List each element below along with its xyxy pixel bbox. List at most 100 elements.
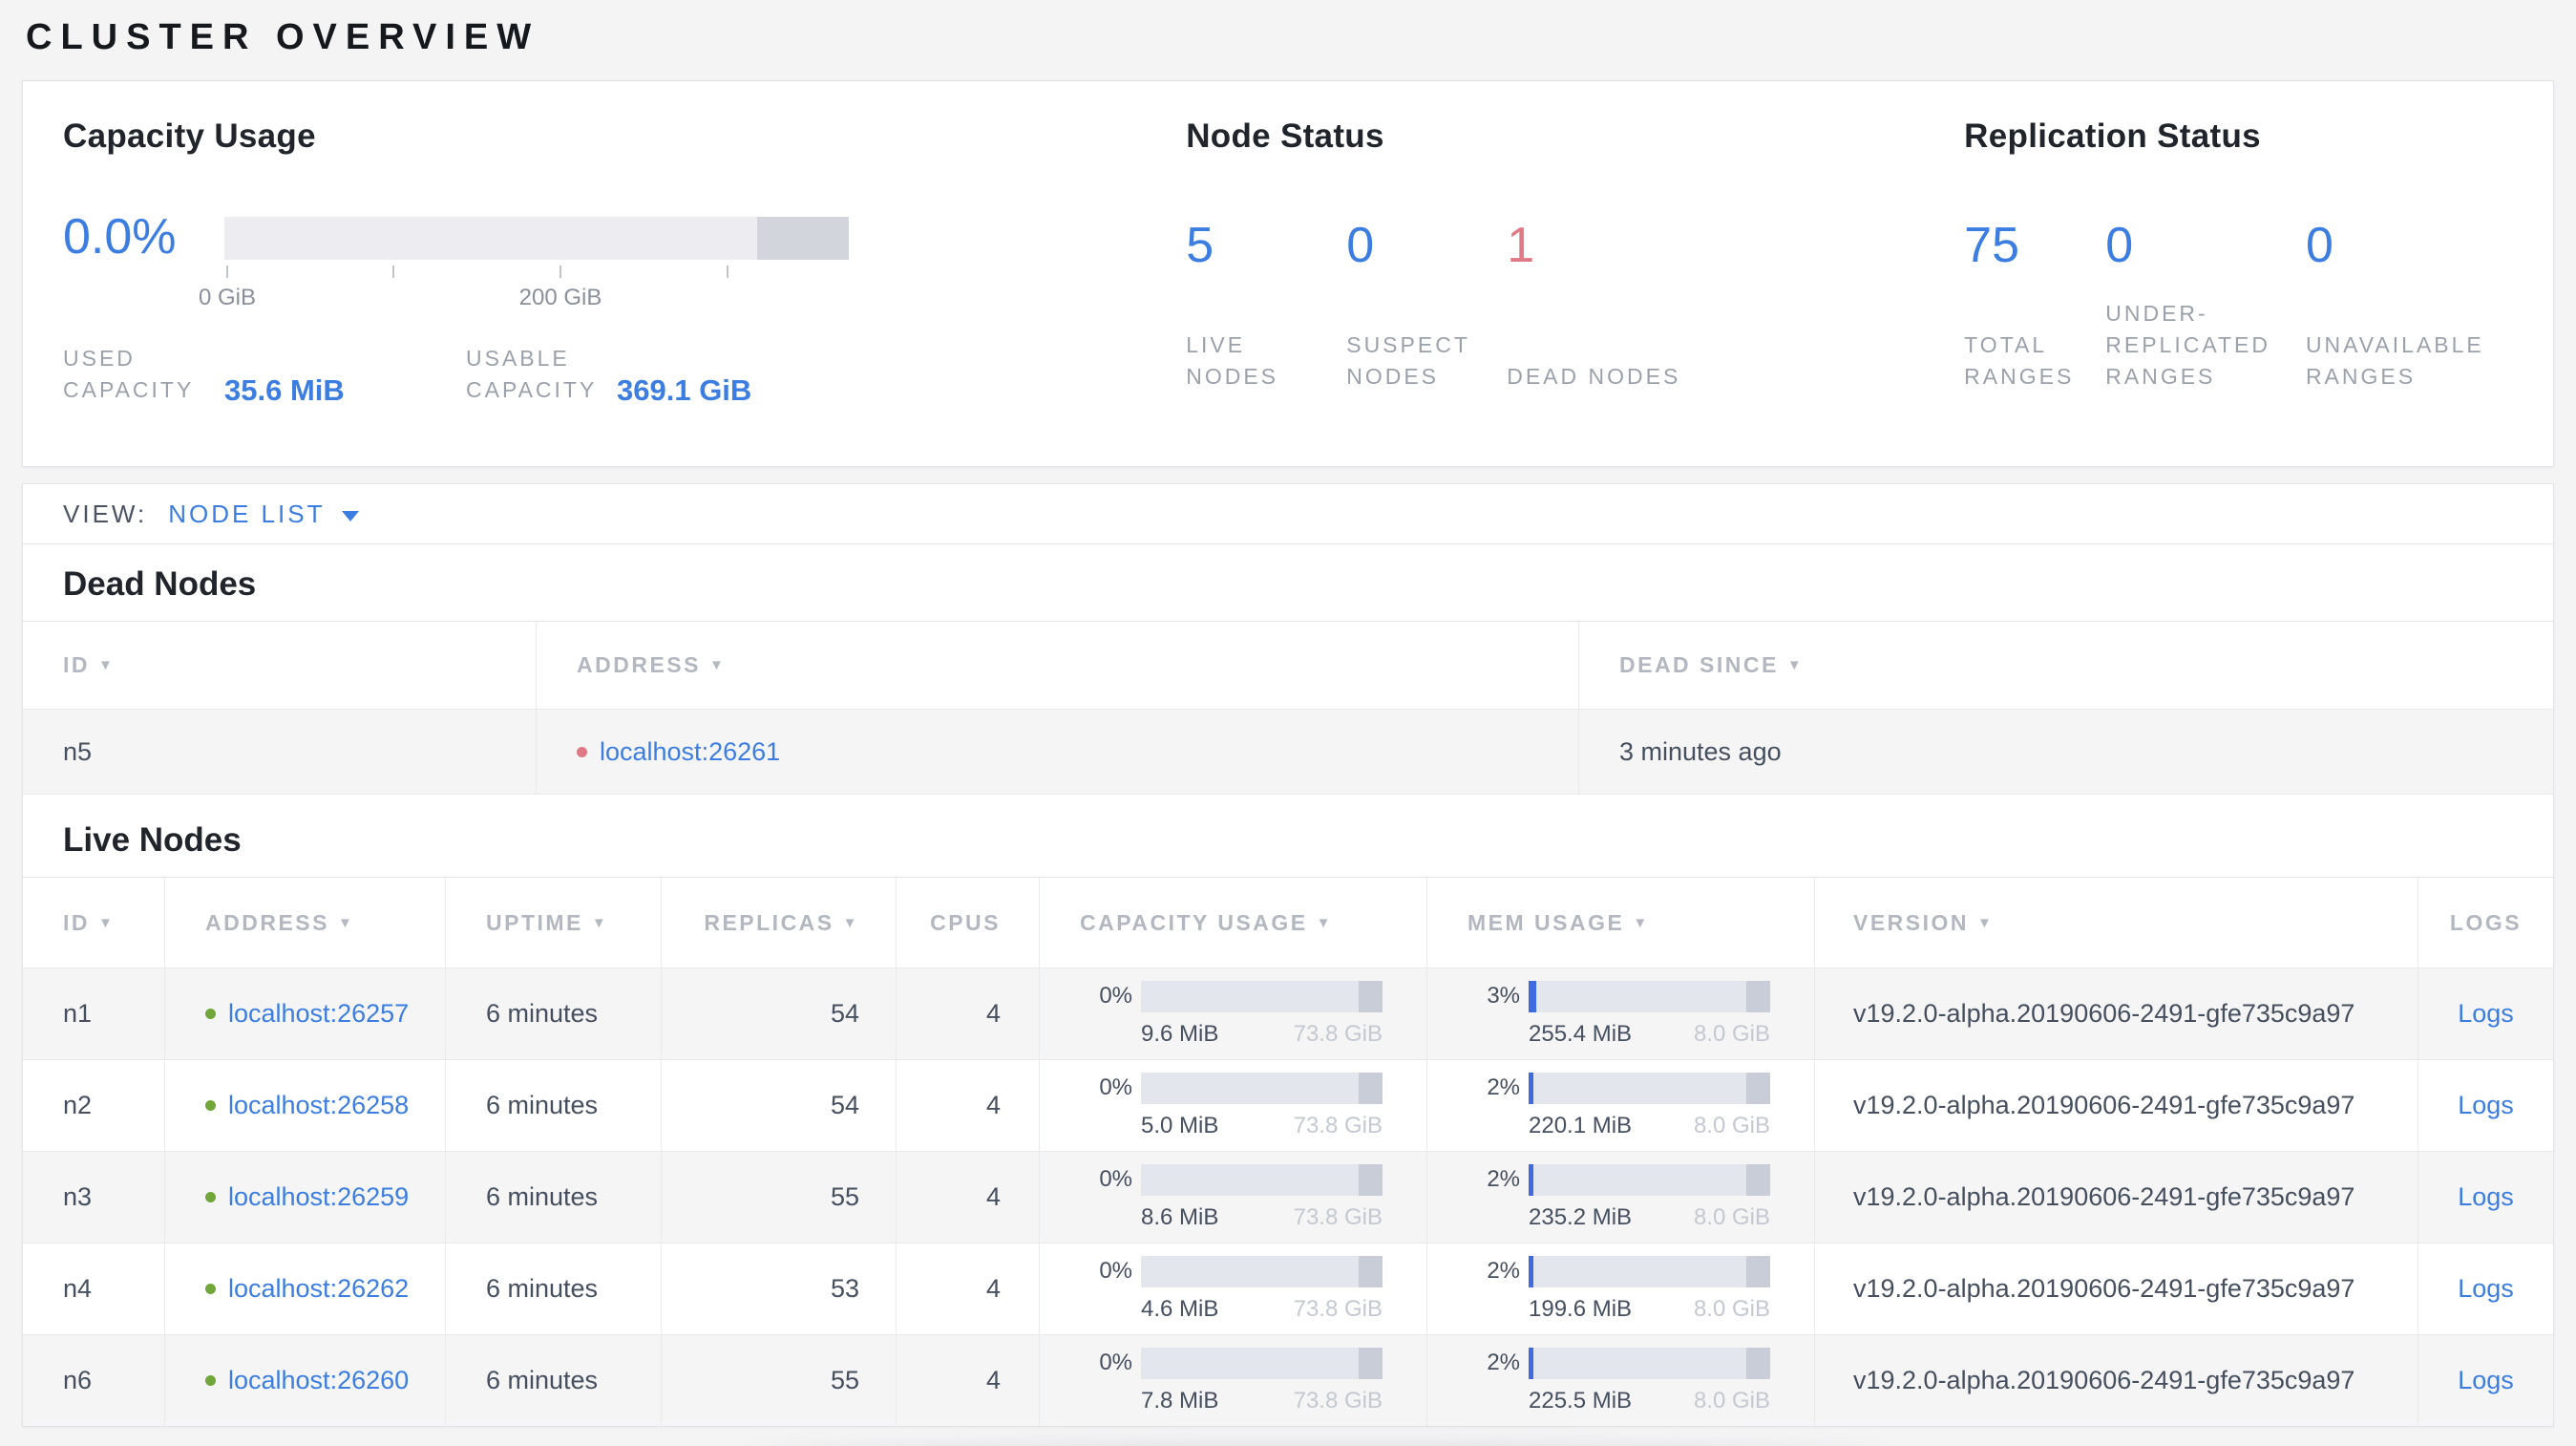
cell-cpus: 4	[897, 1335, 1040, 1426]
mem-usage-percent: 2%	[1487, 1350, 1520, 1375]
cell-node-id: n6	[23, 1335, 165, 1426]
dead-nodes-table-body: n5 localhost:26261 3 minutes ago	[23, 709, 2553, 795]
view-selector-dropdown[interactable]: VIEW: NODE LIST	[23, 484, 2553, 544]
logs-link[interactable]: Logs	[2458, 1366, 2514, 1395]
column-header-label: ADDRESS	[205, 909, 329, 935]
cell-capacity-usage: 0% 4.6 MiB 73.8 GiB	[1040, 1244, 1427, 1334]
stat-label: DEAD NODES	[1507, 364, 1681, 389]
cell-mem-usage: 3% 255.4 MiB 8.0 GiB	[1427, 968, 1815, 1059]
cell-uptime: 6 minutes	[446, 1060, 662, 1151]
mem-usage-bar-other-segment	[1746, 1347, 1770, 1379]
capacity-usage-percent: 0%	[1099, 983, 1132, 1009]
logs-link[interactable]: Logs	[2458, 1091, 2514, 1120]
stat-value: 0	[2105, 218, 2134, 273]
mem-usage-bar-other-segment	[1746, 1163, 1770, 1196]
mem-usage-used-value: 255.4 MiB	[1529, 1020, 1633, 1047]
capacity-usage-bar-track	[1141, 1255, 1383, 1287]
cell-replicas: 53	[662, 1244, 897, 1334]
mem-usage-chart: 2% 235.2 MiB 8.0 GiB	[1467, 1163, 1770, 1231]
stat-unavailable-ranges: 0 UNAVAILABLE RANGES	[2306, 219, 2553, 393]
stat-value: 5	[1186, 218, 1214, 273]
capacity-usage-total-value: 73.8 GiB	[1293, 1203, 1383, 1230]
capacity-usage-bar-other-segment	[1359, 1163, 1383, 1196]
table-row: n1 localhost:26257 6 minutes 54 4 0% 9.6 MiB 73…	[23, 968, 2553, 1059]
column-header-label: REPLICAS	[704, 909, 834, 935]
cell-address: localhost:26258	[165, 1060, 446, 1151]
axis-tick	[392, 266, 394, 278]
capacity-usage-used-value: 9.6 MiB	[1141, 1020, 1219, 1047]
axis-tick-label: 0 GiB	[198, 285, 257, 310]
cell-node-id: n1	[23, 968, 165, 1059]
cell-logs: Logs	[2418, 1335, 2553, 1426]
cell-cpus: 4	[897, 968, 1040, 1059]
logs-link[interactable]: Logs	[2458, 1274, 2514, 1304]
stat-label: SUSPECT NODES	[1346, 332, 1470, 389]
stat-value: 0	[2305, 218, 2333, 273]
table-row: n5 localhost:26261 3 minutes ago	[23, 709, 2553, 795]
column-header-id[interactable]: ID ▼	[23, 622, 537, 709]
used-capacity-label: USED CAPACITY	[63, 346, 195, 402]
table-row: n2 localhost:26258 6 minutes 54 4 0% 5.0 MiB 73…	[23, 1059, 2553, 1151]
view-label: VIEW:	[63, 499, 148, 528]
column-header-mem-usage[interactable]: MEM USAGE ▼	[1427, 878, 1815, 968]
mem-usage-bar-track	[1529, 1255, 1770, 1287]
cell-logs: Logs	[2418, 1060, 2553, 1151]
sort-caret-icon: ▼	[1316, 914, 1333, 931]
column-header-version[interactable]: VERSION ▼	[1815, 878, 2418, 968]
stat-live-nodes: 5 LIVE NODES	[1186, 219, 1346, 393]
column-header-address[interactable]: ADDRESS ▼	[165, 878, 446, 968]
replication-status-section: Replication Status 75 TOTAL RANGES 0 UNDER-…	[1924, 81, 2553, 466]
replication-status-title: Replication Status	[1964, 117, 2261, 155]
dead-nodes-heading: Dead Nodes	[63, 565, 257, 603]
capacity-usage-chart: 0% 9.6 MiB 73.8 GiB	[1080, 980, 1383, 1048]
mem-usage-bar-track	[1529, 980, 1770, 1012]
column-header-label: DEAD SINCE	[1619, 652, 1779, 677]
capacity-usage-chart: 0% 8.6 MiB 73.8 GiB	[1080, 1163, 1383, 1231]
capacity-usage-total-value: 73.8 GiB	[1293, 1387, 1383, 1414]
cell-address: localhost:26262	[165, 1244, 446, 1334]
sort-caret-icon: ▼	[708, 657, 727, 673]
mem-usage-percent: 3%	[1487, 983, 1520, 1009]
logs-link[interactable]: Logs	[2458, 1182, 2514, 1212]
column-header-capacity-usage[interactable]: CAPACITY USAGE ▼	[1040, 878, 1427, 968]
logs-link[interactable]: Logs	[2458, 999, 2514, 1029]
node-address-link[interactable]: localhost:26260	[228, 1366, 409, 1395]
column-header-label: ADDRESS	[577, 652, 701, 677]
mem-usage-bar-track	[1529, 1072, 1770, 1104]
capacity-usage-bar-other-segment	[1359, 1255, 1383, 1287]
cell-replicas: 55	[662, 1335, 897, 1426]
mem-usage-bar-fill	[1529, 1163, 1534, 1196]
cell-logs: Logs	[2418, 1152, 2553, 1243]
column-header-uptime[interactable]: UPTIME ▼	[446, 878, 662, 968]
live-status-icon	[205, 1009, 216, 1019]
mem-usage-chart: 2% 199.6 MiB 8.0 GiB	[1467, 1255, 1770, 1323]
sort-caret-icon: ▼	[591, 914, 609, 931]
node-address-link[interactable]: localhost:26258	[228, 1091, 409, 1120]
sort-caret-icon: ▼	[842, 914, 859, 931]
node-address-link[interactable]: localhost:26262	[228, 1274, 409, 1304]
node-address-link[interactable]: localhost:26257	[228, 999, 409, 1029]
mem-usage-chart: 2% 225.5 MiB 8.0 GiB	[1467, 1347, 1770, 1414]
page-title: CLUSTER OVERVIEW	[26, 17, 540, 57]
column-header-id[interactable]: ID ▼	[23, 878, 165, 968]
column-header-dead-since[interactable]: DEAD SINCE ▼	[1579, 622, 2553, 709]
column-header-label: LOGS	[2449, 909, 2523, 935]
mem-usage-bar-other-segment	[1746, 1072, 1770, 1104]
column-header-replicas[interactable]: REPLICAS ▼	[662, 878, 897, 968]
sort-caret-icon: ▼	[1633, 914, 1650, 931]
mem-usage-bar-fill	[1529, 1255, 1534, 1287]
cell-uptime: 6 minutes	[446, 1152, 662, 1243]
capacity-usage-chart: 0% 5.0 MiB 73.8 GiB	[1080, 1072, 1383, 1139]
stat-value: 0	[1346, 218, 1375, 273]
mem-usage-used-value: 199.6 MiB	[1529, 1295, 1633, 1322]
view-selected-value: NODE LIST	[168, 499, 326, 528]
stat-suspect-nodes: 0 SUSPECT NODES	[1346, 219, 1507, 393]
node-address-link[interactable]: localhost:26261	[600, 737, 780, 767]
column-header-address[interactable]: ADDRESS ▼	[537, 622, 1579, 709]
capacity-usage-percent: 0%	[1099, 1166, 1132, 1192]
cell-uptime: 6 minutes	[446, 1335, 662, 1426]
cell-address: localhost:26259	[165, 1152, 446, 1243]
mem-usage-bar-track	[1529, 1163, 1770, 1196]
capacity-usage-used-value: 8.6 MiB	[1141, 1203, 1219, 1230]
node-address-link[interactable]: localhost:26259	[228, 1182, 409, 1212]
